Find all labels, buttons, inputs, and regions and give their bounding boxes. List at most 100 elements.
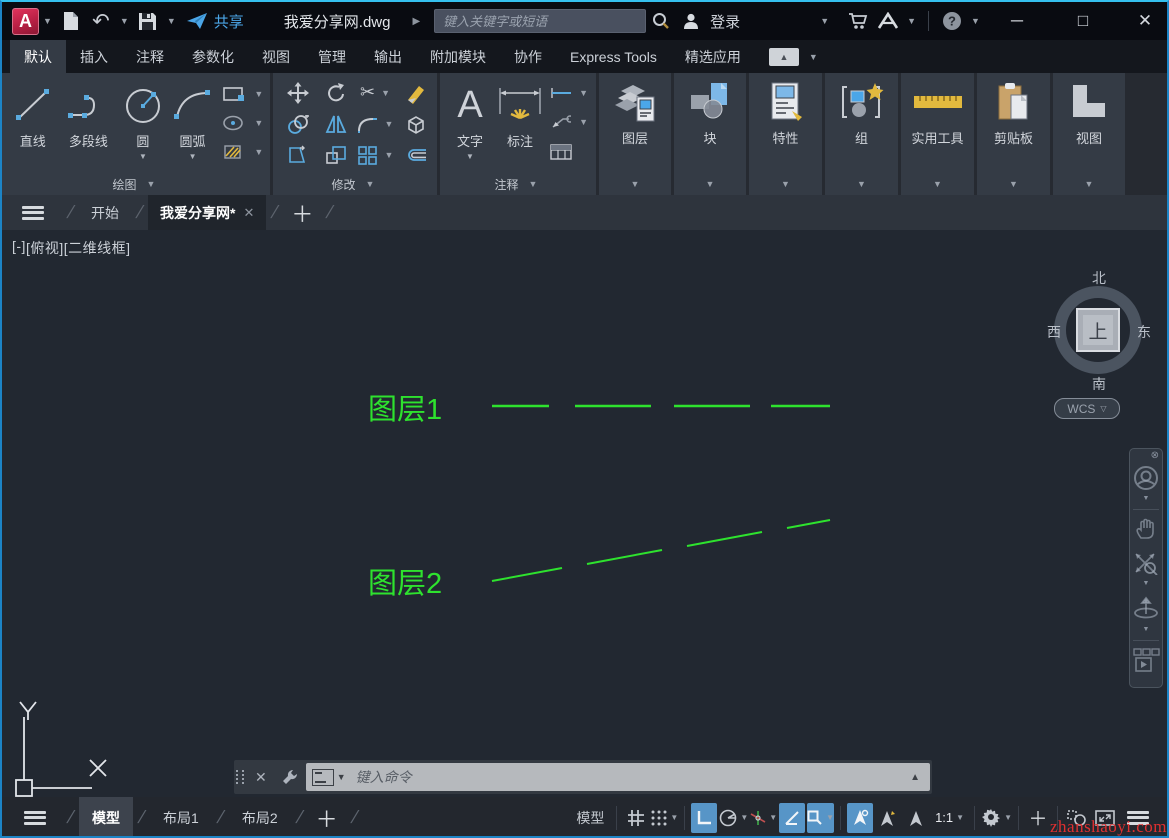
annotation-autoscale-toggle[interactable] bbox=[875, 803, 901, 833]
ellipse-dropdown-icon[interactable]: ▼ bbox=[254, 118, 263, 128]
file-tabs-menu-icon[interactable] bbox=[22, 205, 44, 220]
tab-view[interactable]: 视图 bbox=[248, 40, 304, 73]
snap-dropdown-icon[interactable]: ▼ bbox=[670, 813, 678, 822]
new-layout-button[interactable]: ＋ bbox=[316, 802, 338, 834]
panel-clipboard[interactable]: 剪贴板 ▼ bbox=[977, 73, 1050, 195]
polar-toggle[interactable]: ▼ bbox=[719, 803, 748, 833]
help-icon[interactable]: ? bbox=[941, 10, 963, 32]
stretch-button[interactable] bbox=[287, 145, 309, 165]
viewcube-south[interactable]: 南 bbox=[1092, 374, 1106, 394]
orbit-dropdown-icon[interactable]: ▼ bbox=[1143, 626, 1150, 638]
polyline-button[interactable]: 多段线 bbox=[58, 73, 120, 173]
line-button[interactable]: 直线 bbox=[8, 73, 58, 173]
rectangle-dropdown-icon[interactable]: ▼ bbox=[254, 89, 263, 99]
ellipse-button[interactable]: ▼ bbox=[222, 114, 270, 132]
wcs-dropdown-icon[interactable]: ▽ bbox=[1100, 404, 1106, 413]
tab-express-tools[interactable]: Express Tools bbox=[556, 40, 671, 73]
navbar-wheel-dropdown-icon[interactable]: ▼ bbox=[1143, 495, 1150, 507]
viewcube-north[interactable]: 北 bbox=[1092, 268, 1106, 288]
autodesk-dropdown-icon[interactable]: ▼ bbox=[907, 16, 916, 26]
share-button[interactable]: 共享 bbox=[186, 11, 244, 32]
maximize-button[interactable]: □ bbox=[1061, 2, 1105, 40]
leader-button[interactable]: ▼ bbox=[550, 114, 592, 130]
fillet-dropdown-icon[interactable]: ▼ bbox=[385, 119, 394, 129]
save-dropdown-icon[interactable]: ▼ bbox=[167, 16, 176, 26]
undo-icon[interactable]: ↶ bbox=[90, 10, 112, 33]
viewcube[interactable]: 北 西 东 南 上 bbox=[1042, 268, 1157, 392]
annotation-scale-value[interactable]: 1:1 ▼ bbox=[931, 803, 968, 833]
minimize-button[interactable]: ─ bbox=[995, 2, 1039, 40]
dimension-button[interactable]: 标注 bbox=[492, 73, 548, 173]
command-input-bar[interactable]: ▼ ▲ bbox=[305, 763, 930, 791]
circle-dropdown-icon[interactable]: ▼ bbox=[139, 152, 147, 161]
tab-start[interactable]: 开始 bbox=[79, 195, 131, 230]
layout2-tab[interactable]: 布局2 bbox=[229, 797, 291, 836]
modify-panel-expand-icon[interactable]: ▼ bbox=[366, 179, 375, 189]
array-dropdown-icon[interactable]: ▼ bbox=[385, 150, 394, 160]
workspace-dropdown-icon[interactable]: ▼ bbox=[1004, 813, 1012, 822]
tab-featured-apps[interactable]: 精选应用 bbox=[671, 40, 755, 73]
command-prompt-icon[interactable] bbox=[311, 768, 334, 786]
mirror-button[interactable] bbox=[325, 114, 347, 134]
panel-properties[interactable]: 特性 ▼ bbox=[749, 73, 822, 195]
tab-addins[interactable]: 附加模块 bbox=[416, 40, 500, 73]
panel-view[interactable]: 视图 ▼ bbox=[1053, 73, 1125, 195]
text-dropdown-icon[interactable]: ▼ bbox=[466, 152, 474, 161]
zoom-extents-icon[interactable] bbox=[1133, 546, 1159, 580]
annotation-panel-expand-icon[interactable]: ▼ bbox=[529, 179, 538, 189]
linear-dim-dropdown-icon[interactable]: ▼ bbox=[579, 88, 588, 98]
share-label[interactable]: 共享 bbox=[214, 11, 244, 32]
login-dropdown-icon[interactable]: ▼ bbox=[820, 16, 829, 26]
arc-button[interactable]: 圆弧 ▼ bbox=[167, 73, 219, 173]
app-menu-dropdown-icon[interactable]: ▼ bbox=[43, 16, 52, 26]
hatch-dropdown-icon[interactable]: ▼ bbox=[254, 147, 263, 157]
undo-dropdown-icon[interactable]: ▼ bbox=[120, 16, 129, 26]
isodraft-dropdown-icon[interactable]: ▼ bbox=[769, 813, 777, 822]
utilities-panel-expand-icon[interactable]: ▼ bbox=[933, 179, 942, 189]
tab-default[interactable]: 默认 bbox=[10, 40, 66, 73]
navigation-bar[interactable]: ⊗ ▼ ▼ ▼ bbox=[1129, 448, 1163, 688]
viewcube-east[interactable]: 东 bbox=[1137, 322, 1151, 342]
text-button[interactable]: A 文字 ▼ bbox=[448, 73, 492, 173]
tab-output[interactable]: 输出 bbox=[360, 40, 416, 73]
app-menu-button[interactable]: A bbox=[12, 7, 39, 35]
group-panel-expand-icon[interactable]: ▼ bbox=[857, 179, 866, 189]
tab-manage[interactable]: 管理 bbox=[304, 40, 360, 73]
viewcube-top-face[interactable]: 上 bbox=[1076, 308, 1120, 352]
command-grip-handle[interactable] bbox=[234, 770, 248, 784]
save-icon[interactable] bbox=[137, 10, 159, 32]
model-tab[interactable]: 模型 bbox=[79, 797, 134, 836]
annotation-scale-dropdown-icon[interactable]: ▼ bbox=[956, 813, 964, 822]
hatch-button[interactable]: ▼ bbox=[222, 143, 270, 161]
trim-button[interactable]: ✂ ▼ bbox=[360, 82, 394, 103]
model-space-toggle[interactable]: 模型 bbox=[570, 803, 610, 833]
tab-insert[interactable]: 插入 bbox=[66, 40, 122, 73]
annotation-visibility-toggle[interactable] bbox=[847, 802, 874, 833]
rectangle-button[interactable]: ▼ bbox=[222, 85, 270, 103]
explode-button[interactable] bbox=[405, 113, 427, 135]
polar-dropdown-icon[interactable]: ▼ bbox=[740, 813, 748, 822]
table-button[interactable] bbox=[550, 144, 592, 160]
properties-panel-expand-icon[interactable]: ▼ bbox=[781, 179, 790, 189]
fillet-button[interactable]: ▼ bbox=[357, 115, 398, 133]
visual-style-control[interactable]: [二维线框] bbox=[64, 238, 131, 258]
customization-button[interactable]: ＋ bbox=[1025, 803, 1051, 833]
new-drawing-button[interactable]: ＋ bbox=[291, 197, 313, 229]
navigation-wheel-icon[interactable] bbox=[1133, 461, 1159, 495]
panel-layers[interactable]: 图层 ▼ bbox=[599, 73, 671, 195]
grid-toggle[interactable] bbox=[623, 803, 649, 833]
layers-panel-expand-icon[interactable]: ▼ bbox=[631, 179, 640, 189]
draw-panel-expand-icon[interactable]: ▼ bbox=[147, 179, 156, 189]
tab-parametric[interactable]: 参数化 bbox=[178, 40, 248, 73]
move-button[interactable] bbox=[287, 81, 309, 104]
viewcube-west[interactable]: 西 bbox=[1047, 322, 1061, 342]
otrack-toggle[interactable] bbox=[779, 802, 806, 833]
layout-menu-icon[interactable] bbox=[24, 810, 46, 825]
search-icon[interactable] bbox=[650, 10, 672, 32]
ribbon-minimize-dropdown-icon[interactable]: ▼ bbox=[809, 52, 818, 62]
panel-group[interactable]: 组 ▼ bbox=[825, 73, 898, 195]
leader-dropdown-icon[interactable]: ▼ bbox=[579, 117, 588, 127]
autodesk-logo-icon[interactable] bbox=[877, 10, 899, 32]
drawing-canvas[interactable]: [-] [俯视] [二维线框] 图层1 图层2 北 西 东 南 上 WCS ▽ … bbox=[2, 230, 1167, 797]
user-icon[interactable] bbox=[680, 10, 702, 32]
